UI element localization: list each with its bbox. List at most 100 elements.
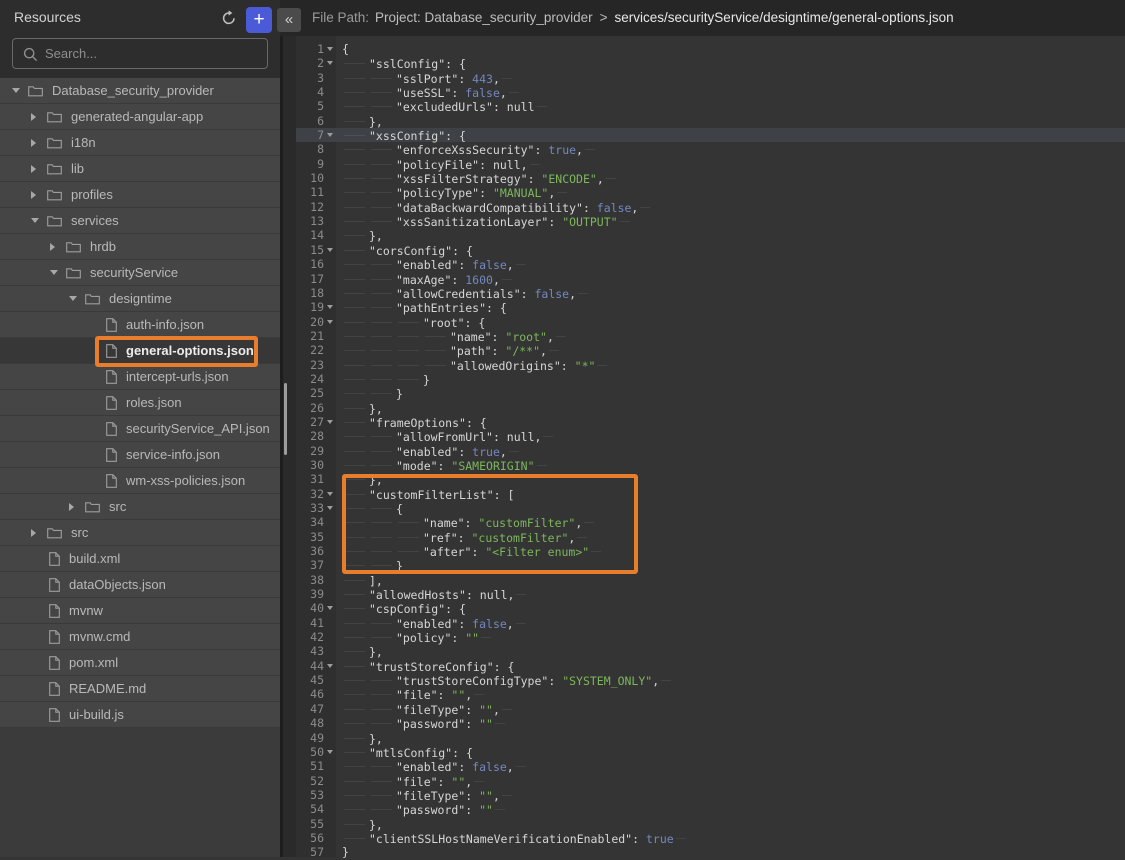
chevron-right-icon[interactable] (31, 191, 47, 199)
code-line[interactable]: 6}, (296, 114, 1125, 128)
tree-item-src[interactable]: src (0, 520, 280, 546)
tree-item-auth-info-json[interactable]: auth-info.json (0, 312, 280, 338)
fold-toggle-icon[interactable] (327, 305, 333, 309)
code-line[interactable]: 41"enabled": false, (296, 616, 1125, 630)
code-line[interactable]: 49}, (296, 731, 1125, 745)
chevron-right-icon[interactable] (50, 243, 66, 251)
code-line[interactable]: 51"enabled": false, (296, 759, 1125, 773)
code-line[interactable]: 42"policy": "" (296, 630, 1125, 644)
refresh-button[interactable] (218, 8, 240, 30)
chevron-right-icon[interactable] (31, 529, 47, 537)
code-line[interactable]: 9"policyFile": null, (296, 157, 1125, 171)
code-line[interactable]: 11"policyType": "MANUAL", (296, 185, 1125, 199)
code-line[interactable]: 52"file": "", (296, 774, 1125, 788)
tree-item-general-options-json[interactable]: general-options.json (0, 338, 280, 364)
code-line[interactable]: 24} (296, 372, 1125, 386)
code-line[interactable]: 40"cspConfig": { (296, 601, 1125, 615)
code-line[interactable]: 28"allowFromUrl": null, (296, 429, 1125, 443)
code-line[interactable]: 3"sslPort": 443, (296, 71, 1125, 85)
code-line[interactable]: 18"allowCredentials": false, (296, 286, 1125, 300)
code-line[interactable]: 2"sslConfig": { (296, 56, 1125, 70)
code-editor[interactable]: 1{2"sslConfig": {3"sslPort": 443,4"useSS… (296, 36, 1125, 857)
code-line[interactable]: 8"enforceXssSecurity": true, (296, 142, 1125, 156)
fold-toggle-icon[interactable] (327, 61, 333, 65)
tree-item-lib[interactable]: lib (0, 156, 280, 182)
code-line[interactable]: 43}, (296, 644, 1125, 658)
code-line[interactable]: 20"root": { (296, 315, 1125, 329)
code-line[interactable]: 33{ (296, 501, 1125, 515)
panel-splitter[interactable] (280, 0, 296, 857)
code-line[interactable]: 12"dataBackwardCompatibility": false, (296, 200, 1125, 214)
chevron-down-icon[interactable] (50, 270, 66, 275)
code-line[interactable]: 26}, (296, 401, 1125, 415)
code-line[interactable]: 53"fileType": "", (296, 788, 1125, 802)
code-line[interactable]: 15"corsConfig": { (296, 243, 1125, 257)
code-line[interactable]: 35"ref": "customFilter", (296, 530, 1125, 544)
code-line[interactable]: 37} (296, 558, 1125, 572)
search-input[interactable] (43, 41, 261, 66)
code-line[interactable]: 39"allowedHosts": null, (296, 587, 1125, 601)
tree-item-readme-md[interactable]: README.md (0, 676, 280, 702)
code-line[interactable]: 44"trustStoreConfig": { (296, 659, 1125, 673)
fold-toggle-icon[interactable] (327, 492, 333, 496)
chevron-down-icon[interactable] (69, 296, 85, 301)
tree-item-mvnw[interactable]: mvnw (0, 598, 280, 624)
code-line[interactable]: 54"password": "" (296, 802, 1125, 816)
tree-item-build-xml[interactable]: build.xml (0, 546, 280, 572)
tree-item-securityservice[interactable]: securityService (0, 260, 280, 286)
fold-toggle-icon[interactable] (327, 664, 333, 668)
code-line[interactable]: 55}, (296, 817, 1125, 831)
tree-item-services[interactable]: services (0, 208, 280, 234)
code-line[interactable]: 7"xssConfig": { (296, 128, 1125, 142)
tree-item-intercept-urls-json[interactable]: intercept-urls.json (0, 364, 280, 390)
chevron-right-icon[interactable] (69, 503, 85, 511)
chevron-right-icon[interactable] (31, 165, 47, 173)
tree-item-generated-angular-app[interactable]: generated-angular-app (0, 104, 280, 130)
code-line[interactable]: 16"enabled": false, (296, 257, 1125, 271)
tree-item-wm-xss-policies-json[interactable]: wm-xss-policies.json (0, 468, 280, 494)
fold-toggle-icon[interactable] (327, 47, 333, 51)
tree-item-ui-build-js[interactable]: ui-build.js (0, 702, 280, 728)
code-line[interactable]: 46"file": "", (296, 687, 1125, 701)
chevron-right-icon[interactable] (31, 113, 47, 121)
fold-toggle-icon[interactable] (327, 133, 333, 137)
chevron-down-icon[interactable] (31, 218, 47, 223)
code-line[interactable]: 38], (296, 573, 1125, 587)
code-line[interactable]: 47"fileType": "", (296, 702, 1125, 716)
code-line[interactable]: 1{ (296, 42, 1125, 56)
code-line[interactable]: 29"enabled": true, (296, 444, 1125, 458)
chevron-right-icon[interactable] (31, 139, 47, 147)
tree-item-i18n[interactable]: i18n (0, 130, 280, 156)
code-line[interactable]: 5"excludedUrls": null (296, 99, 1125, 113)
tree-item-database-security-provider[interactable]: Database_security_provider (0, 78, 280, 104)
tree-item-roles-json[interactable]: roles.json (0, 390, 280, 416)
tree-item-dataobjects-json[interactable]: dataObjects.json (0, 572, 280, 598)
splitter-grip[interactable] (284, 383, 287, 455)
code-line[interactable]: 4"useSSL": false, (296, 85, 1125, 99)
code-line[interactable]: 50"mtlsConfig": { (296, 745, 1125, 759)
code-line[interactable]: 25} (296, 386, 1125, 400)
fold-toggle-icon[interactable] (327, 320, 333, 324)
tree-item-pom-xml[interactable]: pom.xml (0, 650, 280, 676)
code-line[interactable]: 36"after": "<Filter enum>" (296, 544, 1125, 558)
tree-item-designtime[interactable]: designtime (0, 286, 280, 312)
code-line[interactable]: 31}, (296, 472, 1125, 486)
code-line[interactable]: 13"xssSanitizationLayer": "OUTPUT" (296, 214, 1125, 228)
fold-toggle-icon[interactable] (327, 606, 333, 610)
code-line[interactable]: 30"mode": "SAMEORIGIN" (296, 458, 1125, 472)
fold-toggle-icon[interactable] (327, 506, 333, 510)
code-line[interactable]: 34"name": "customFilter", (296, 515, 1125, 529)
tree-item-src[interactable]: src (0, 494, 280, 520)
tree-item-service-info-json[interactable]: service-info.json (0, 442, 280, 468)
code-line[interactable]: 10"xssFilterStrategy": "ENCODE", (296, 171, 1125, 185)
code-line[interactable]: 19"pathEntries": { (296, 300, 1125, 314)
code-line[interactable]: 32"customFilterList": [ (296, 487, 1125, 501)
code-line[interactable]: 57} (296, 845, 1125, 859)
code-line[interactable]: 45"trustStoreConfigType": "SYSTEM_ONLY", (296, 673, 1125, 687)
tree-item-profiles[interactable]: profiles (0, 182, 280, 208)
code-line[interactable]: 14}, (296, 228, 1125, 242)
code-line[interactable]: 48"password": "" (296, 716, 1125, 730)
tree-item-mvnw-cmd[interactable]: mvnw.cmd (0, 624, 280, 650)
chevron-down-icon[interactable] (12, 88, 28, 93)
collapse-sidebar-button[interactable]: « (277, 8, 301, 32)
